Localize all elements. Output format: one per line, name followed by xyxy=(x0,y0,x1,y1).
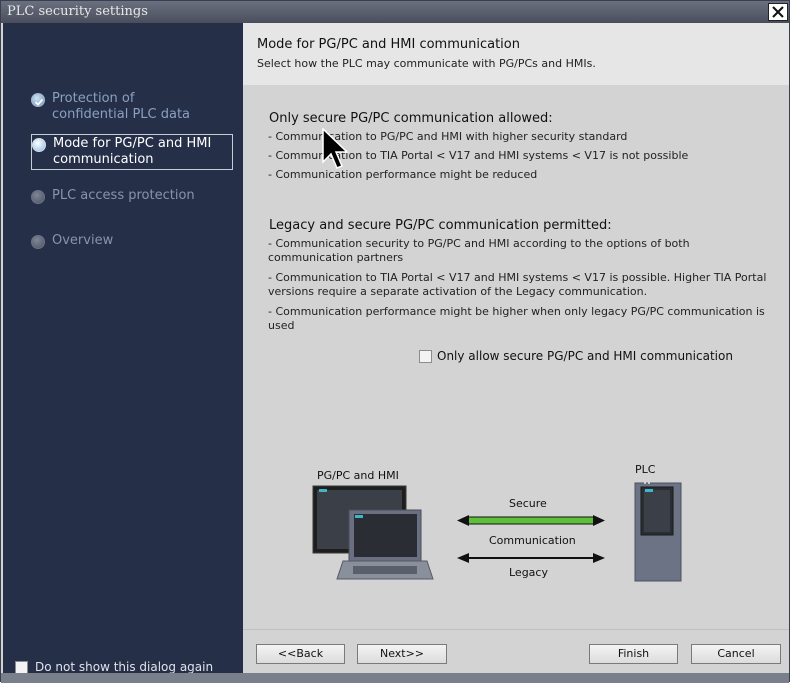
step-label: Mode for PG/PC and HMI communication xyxy=(53,136,212,167)
title-bar[interactable]: PLC security settings xyxy=(1,1,789,23)
laptop-icon xyxy=(336,509,434,580)
mouse-cursor-icon xyxy=(322,128,348,169)
finish-button[interactable]: Finish xyxy=(589,644,678,664)
communication-diagram xyxy=(312,482,682,582)
pending-step-icon xyxy=(31,235,45,249)
plc-icon xyxy=(634,482,682,582)
step-label: Protection of confidential PLC data xyxy=(52,91,191,122)
step-overview[interactable]: Overview xyxy=(31,233,231,249)
button-bar: <<Back Next>> Finish Cancel xyxy=(243,629,789,674)
step-label: PLC access protection xyxy=(52,188,195,203)
window-title: PLC security settings xyxy=(7,4,148,19)
wizard-sidebar: Protection of confidential PLC data Mode… xyxy=(3,23,243,674)
close-button[interactable] xyxy=(768,3,788,21)
step-label: Overview xyxy=(52,233,114,248)
dont-show-checkbox[interactable] xyxy=(15,660,28,674)
legacy-connection-arrow xyxy=(457,553,605,563)
dialog-window: PLC security settings Protection of conf… xyxy=(0,0,790,683)
check-icon xyxy=(31,93,45,107)
cancel-button[interactable]: Cancel xyxy=(691,644,781,664)
close-icon xyxy=(772,6,784,18)
step-protection-confidential-data[interactable]: Protection of confidential PLC data xyxy=(31,91,231,123)
step-plc-access-protection[interactable]: PLC access protection xyxy=(31,188,231,204)
back-button[interactable]: <<Back xyxy=(256,644,345,664)
active-step-icon xyxy=(32,138,46,152)
dont-show-label: Do not show this dialog again xyxy=(35,660,214,674)
dont-show-again[interactable]: Do not show this dialog again xyxy=(15,660,213,674)
next-button[interactable]: Next>> xyxy=(357,644,447,664)
pending-step-icon xyxy=(31,190,45,204)
main-panel: Mode for PG/PC and HMI communication Sel… xyxy=(243,23,789,674)
secure-connection-arrow xyxy=(457,515,605,526)
step-mode-pgpc-hmi[interactable]: Mode for PG/PC and HMI communication xyxy=(31,134,233,170)
